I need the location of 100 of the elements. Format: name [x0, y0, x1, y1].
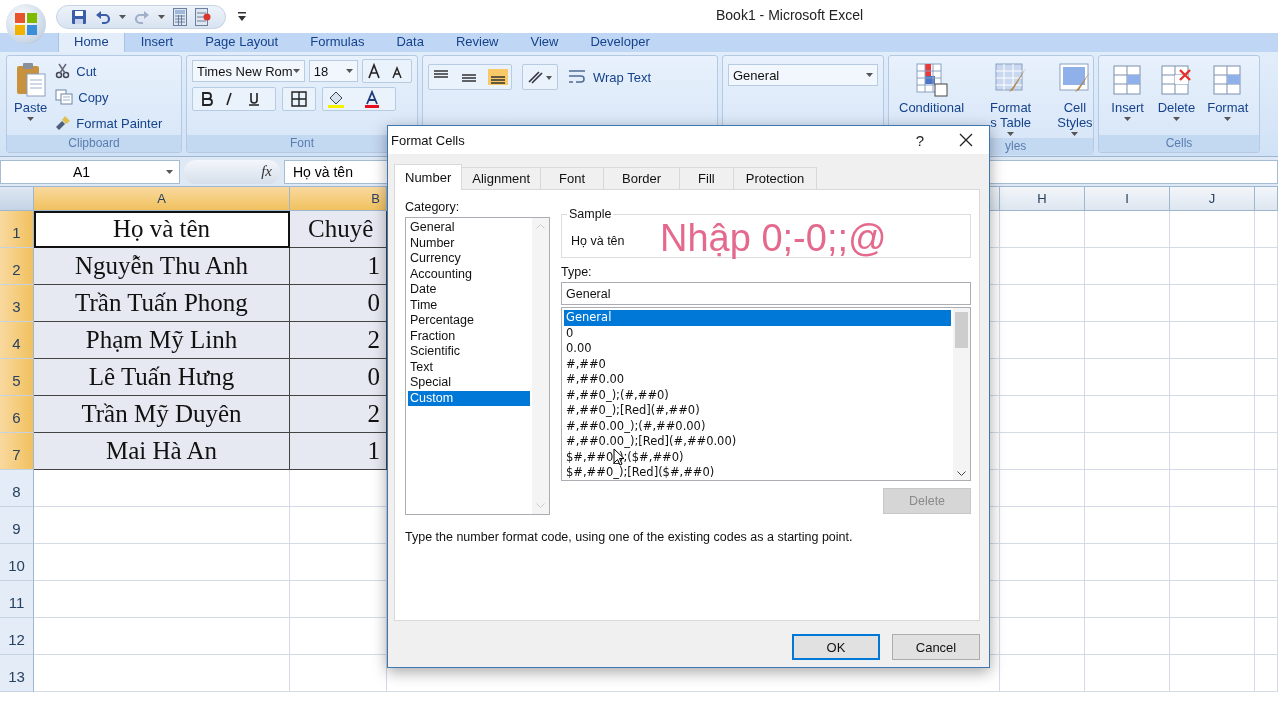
office-button[interactable] [6, 4, 46, 44]
font-name-dropdown[interactable]: Times New Rom [192, 60, 305, 82]
category-item[interactable]: Percentage [408, 313, 530, 329]
format-code-item[interactable]: General [564, 310, 951, 326]
ribbon-tab[interactable]: Page Layout [189, 29, 295, 52]
cells-button[interactable]: Format [1205, 60, 1251, 135]
grid-icon [291, 91, 307, 107]
row-header[interactable]: 7 [0, 433, 34, 470]
format-painter-button[interactable]: Format Painter [55, 112, 163, 134]
ok-button[interactable]: OK [792, 634, 880, 660]
category-item[interactable]: Special [408, 375, 530, 391]
copy-button[interactable]: Copy [55, 86, 163, 108]
brush-icon [55, 115, 72, 131]
orientation-button[interactable] [522, 64, 558, 90]
cells-button[interactable]: Insert [1107, 60, 1148, 135]
table-cell: Phạm Mỹ Linh [34, 322, 290, 359]
category-item[interactable]: Time [408, 297, 530, 313]
row-header[interactable]: 2 [0, 248, 34, 285]
row-header[interactable]: 11 [0, 581, 34, 618]
type-label: Type: [561, 265, 593, 279]
fill-color-button[interactable] [322, 87, 396, 111]
sample-label: Sample [567, 207, 614, 221]
category-item[interactable]: Custom [408, 390, 530, 406]
table-cell: 1 [290, 248, 387, 285]
undo-icon[interactable] [95, 8, 111, 25]
caret-icon [1007, 132, 1015, 136]
format-as-table-button[interactable]: Format s Table [988, 60, 1034, 138]
row-header[interactable]: 5 [0, 359, 34, 396]
font-size-dropdown[interactable]: 18 [308, 60, 358, 82]
category-list[interactable]: General Number Currency Accounting Date Time Percentage Fraction Scientific Text Special Custom [405, 217, 550, 515]
paste-button[interactable]: Paste [12, 60, 50, 135]
dialog-tab[interactable]: Protection [732, 167, 818, 190]
row-header[interactable]: 6 [0, 396, 34, 433]
scroll-thumb[interactable] [955, 312, 968, 348]
row-header[interactable]: 13 [0, 655, 34, 692]
borders-button[interactable] [282, 87, 316, 111]
row-header[interactable]: 9 [0, 507, 34, 544]
calculator-icon[interactable] [173, 7, 187, 26]
clipboard-icon [14, 62, 47, 98]
column-header[interactable]: I [1085, 187, 1170, 211]
alignment-button[interactable] [428, 64, 512, 90]
cancel-button[interactable]: Cancel [892, 634, 980, 660]
category-item[interactable]: Date [408, 282, 530, 298]
format-code-item[interactable]: #,##0.00_);(#,##0.00) [564, 418, 951, 434]
format-code-item[interactable]: $#,##0_);[Red]($#,##0) [564, 465, 951, 480]
scrollbar[interactable] [953, 308, 970, 480]
category-item[interactable]: Currency [408, 251, 530, 267]
ribbon-tab[interactable]: View [514, 29, 575, 52]
category-item[interactable]: Scientific [408, 344, 530, 360]
scissors-icon [55, 63, 72, 79]
format-code-item[interactable]: #,##0_);[Red](#,##0) [564, 403, 951, 419]
grow-font-button[interactable] [361, 59, 412, 83]
format-style-button[interactable] [192, 87, 276, 111]
slanted-text-icon [527, 70, 553, 84]
cells-button[interactable]: Delete [1155, 60, 1198, 135]
scrollbar[interactable] [532, 218, 549, 514]
column-header[interactable]: A [34, 187, 290, 211]
cell-styles-button[interactable]: Cell Styles [1055, 60, 1095, 138]
caret-icon [345, 69, 353, 73]
column-header[interactable]: B [290, 187, 387, 211]
table-cell: 2 [290, 322, 387, 359]
name-box[interactable]: A1 [0, 159, 180, 184]
number-format-dropdown[interactable]: General [728, 64, 878, 86]
format-code-item[interactable]: #,##0.00 [564, 372, 951, 388]
format-code-item[interactable]: #,##0.00_);[Red](#,##0.00) [564, 434, 951, 450]
row-header[interactable]: 8 [0, 470, 34, 507]
form-icon[interactable] [195, 7, 211, 26]
category-item[interactable]: General [408, 220, 530, 236]
row-header[interactable]: 1 [0, 211, 34, 248]
save-icon[interactable] [71, 8, 87, 25]
format-code-item[interactable]: 0 [564, 325, 951, 341]
table-cell [1255, 618, 1278, 655]
ribbon-tab[interactable]: Review [439, 29, 515, 52]
office-logo-icon [13, 11, 39, 37]
format-code-item[interactable]: #,##0_);(#,##0) [564, 387, 951, 403]
wrap-text-button[interactable]: Wrap Text [568, 66, 652, 88]
ribbon-tab[interactable]: Data [380, 29, 440, 52]
column-header[interactable]: H [1000, 187, 1085, 211]
row-header[interactable]: 10 [0, 544, 34, 581]
column-header[interactable]: J [1170, 187, 1255, 211]
category-item[interactable]: Number [408, 235, 530, 251]
ribbon-tab[interactable]: Developer [574, 29, 666, 52]
type-input[interactable]: General [561, 282, 971, 305]
copy-icon [55, 89, 74, 105]
row-header[interactable]: 12 [0, 618, 34, 655]
dialog-tab[interactable]: Number [394, 164, 463, 190]
ribbon-tab[interactable]: Insert [124, 29, 190, 52]
insert-function-button[interactable]: fx [184, 159, 280, 184]
format-code-item[interactable]: 0.00 [564, 341, 951, 357]
row-header[interactable]: 4 [0, 322, 34, 359]
category-item[interactable]: Text [408, 359, 530, 375]
category-item[interactable]: Fraction [408, 328, 530, 344]
category-item[interactable]: Accounting [408, 266, 530, 282]
cut-button[interactable]: Cut [55, 60, 163, 82]
table-cell: Lê Tuấn Hưng [34, 359, 290, 396]
customize-toolbar-icon[interactable] [238, 12, 246, 21]
ribbon-tab[interactable]: Formulas [294, 29, 381, 52]
row-header[interactable]: 3 [0, 285, 34, 322]
format-code-item[interactable]: #,##0 [564, 356, 951, 372]
caret-icon [292, 69, 300, 73]
